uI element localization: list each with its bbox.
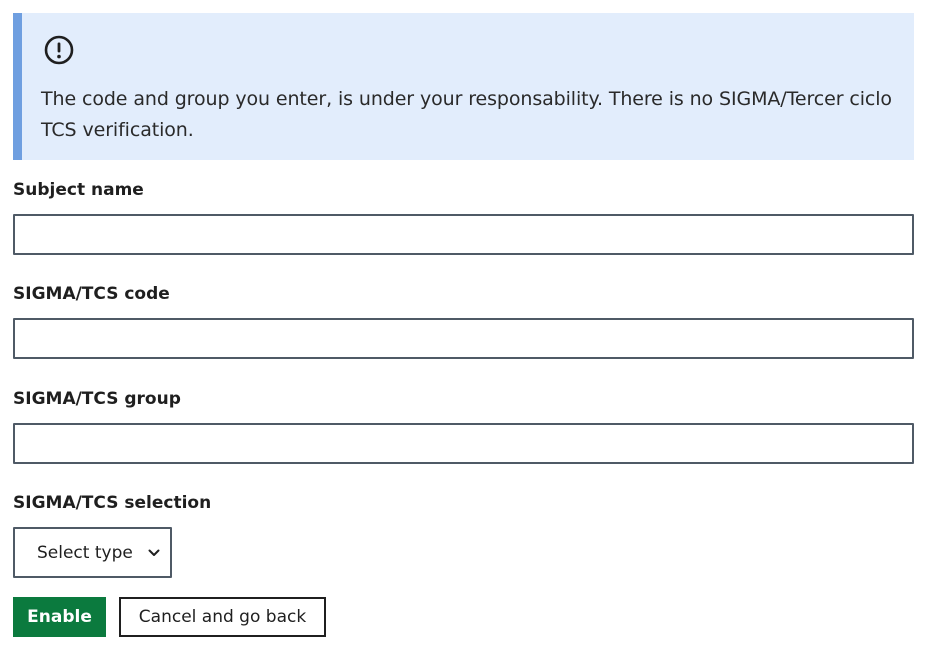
sigma-group-input[interactable] [13,423,914,464]
sigma-selection-label: SIGMA/TCS selection [13,493,212,513]
alert-message: The code and group you enter, is under y… [41,88,892,141]
enable-button[interactable]: Enable [13,597,106,637]
subject-name-input[interactable] [13,214,914,255]
cancel-button[interactable]: Cancel and go back [119,597,326,637]
sigma-group-label: SIGMA/TCS group [13,389,181,409]
info-alert: The code and group you enter, is under y… [13,13,914,160]
exclamation-circle-icon [44,35,74,65]
chevron-down-icon [148,549,160,556]
sigma-code-label: SIGMA/TCS code [13,284,170,304]
sigma-code-input[interactable] [13,318,914,359]
select-value: Select type [37,542,133,563]
subject-name-label: Subject name [13,180,144,200]
sigma-selection-select[interactable]: Select type [13,527,172,578]
